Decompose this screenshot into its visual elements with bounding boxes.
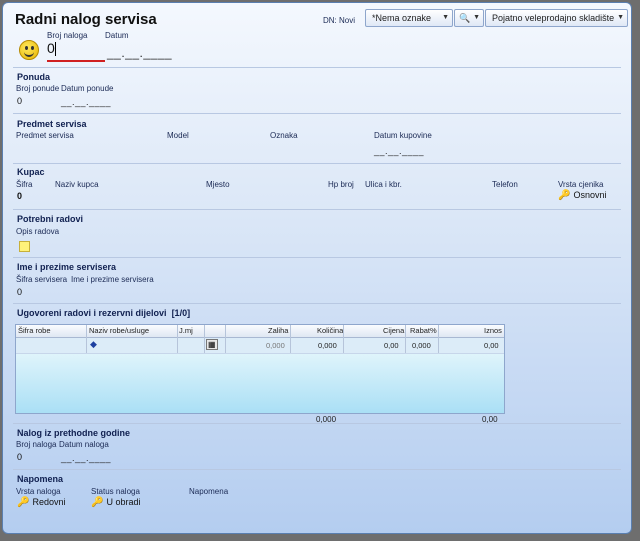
- offer-section-title: Ponuda: [17, 72, 50, 82]
- model-label: Model: [167, 131, 189, 140]
- column-header[interactable]: Rabat%: [410, 326, 437, 335]
- column-header[interactable]: Cijena: [383, 326, 404, 335]
- divider: [13, 469, 621, 470]
- page-title: Radni nalog servisa: [15, 11, 157, 28]
- key-icon: 🔑: [558, 190, 571, 201]
- document-number-label: DN: Novi: [323, 16, 356, 25]
- previous-order-date-label: Datum naloga: [59, 440, 109, 449]
- column-divider: [177, 325, 178, 353]
- divider: [13, 257, 621, 258]
- price-cell[interactable]: 0,00: [384, 341, 399, 350]
- previous-order-date-input[interactable]: __.__.____: [61, 453, 111, 463]
- parts-table[interactable]: Šifra robe Naziv robe/usluge J.mj Zaliha…: [15, 324, 505, 414]
- column-header[interactable]: J.mj: [179, 326, 193, 335]
- service-order-window: Radni nalog servisa DN: Novi *Nema oznak…: [2, 2, 632, 534]
- warehouse-select-value: Pojatno veleprodajno skladište: [492, 13, 615, 23]
- tag-select[interactable]: *Nema oznake ▼: [365, 9, 453, 27]
- smiley-icon: [19, 40, 39, 60]
- order-type-label: Vrsta naloga: [16, 487, 61, 496]
- search-icon: 🔍: [459, 13, 471, 23]
- divider: [13, 423, 621, 424]
- offer-number-label: Broj ponude: [16, 84, 60, 93]
- table-empty-area: [16, 354, 504, 413]
- work-section-title: Potrebni radovi: [17, 214, 84, 224]
- order-type-value[interactable]: 🔑 Redovni: [17, 497, 65, 508]
- service-item-label: Predmet servisa: [16, 131, 74, 140]
- quantity-cell[interactable]: 0,000: [318, 341, 337, 350]
- key-icon: 🔑: [91, 497, 104, 508]
- offer-number-input[interactable]: 0: [17, 96, 22, 106]
- column-header[interactable]: Iznos: [484, 326, 502, 335]
- order-status-label: Status naloga: [91, 487, 140, 496]
- technician-name-label: Ime i prezime servisera: [71, 275, 154, 284]
- date-input[interactable]: __.__.____: [107, 46, 172, 60]
- purchase-date-input[interactable]: __.__.____: [374, 146, 424, 156]
- date-label: Datum: [105, 31, 129, 40]
- purchase-date-label: Datum kupovine: [374, 131, 432, 140]
- chevron-down-icon: ▼: [617, 14, 624, 21]
- street-label: Ulica i kbr.: [365, 180, 402, 189]
- stock-cell: 0,000: [266, 341, 285, 350]
- order-number-label: Broj naloga: [47, 31, 88, 40]
- column-divider: [86, 325, 87, 353]
- customer-name-label: Naziv kupca: [55, 180, 99, 189]
- divider: [13, 113, 621, 114]
- column-divider: [290, 325, 291, 353]
- amount-cell: 0,00: [484, 341, 499, 350]
- technician-section-title: Ime i prezime servisera: [17, 262, 117, 272]
- customer-code-label: Šifra: [16, 180, 33, 189]
- edit-icon[interactable]: ◆: [90, 339, 97, 350]
- column-header[interactable]: Količina: [317, 326, 343, 335]
- city-label: Mjesto: [206, 180, 230, 189]
- tag-select-value: *Nema oznake: [372, 13, 432, 23]
- previous-order-number-label: Broj naloga: [16, 440, 57, 449]
- column-divider: [225, 325, 226, 353]
- work-description-label: Opis radova: [16, 227, 60, 236]
- technician-code-label: Šifra servisera: [16, 275, 68, 284]
- column-divider: [405, 325, 406, 353]
- service-item-section-title: Predmet servisa: [17, 119, 87, 129]
- phone-label: Telefon: [492, 180, 518, 189]
- postal-code-label: Hp broj: [328, 180, 354, 189]
- chevron-down-icon: ▼: [473, 14, 480, 21]
- tag-label: Oznaka: [270, 131, 298, 140]
- offer-date-label: Datum ponude: [61, 84, 114, 93]
- previous-year-section-title: Nalog iz prethodne godine: [17, 428, 130, 438]
- column-divider: [438, 325, 439, 353]
- discount-cell[interactable]: 0,000: [412, 341, 431, 350]
- customer-code-input[interactable]: 0: [17, 191, 22, 201]
- divider: [13, 67, 621, 68]
- parts-section-title: Ugovoreni radovi i rezervni dijelovi [1/…: [17, 308, 191, 318]
- column-header[interactable]: Šifra robe: [18, 326, 51, 335]
- column-divider: [204, 325, 205, 353]
- parts-count: [1/0]: [171, 308, 191, 318]
- warehouse-select[interactable]: Pojatno veleprodajno skladište ▼: [485, 9, 628, 27]
- previous-order-number-input[interactable]: 0: [17, 452, 22, 462]
- technician-code-input[interactable]: 0: [17, 287, 22, 297]
- calculator-icon[interactable]: ▦: [206, 339, 218, 350]
- chevron-down-icon: ▼: [442, 14, 449, 21]
- search-button[interactable]: 🔍 ▼: [454, 9, 484, 27]
- column-header[interactable]: Naziv robe/usluge: [89, 326, 149, 335]
- offer-date-input[interactable]: __.__.____: [61, 97, 111, 107]
- note-label: Napomena: [189, 487, 229, 496]
- divider: [13, 209, 621, 210]
- order-number-input[interactable]: 0: [47, 40, 105, 62]
- note-icon[interactable]: [19, 241, 30, 252]
- customer-section-title: Kupac: [17, 167, 45, 177]
- column-header[interactable]: Zaliha: [268, 326, 288, 335]
- divider: [13, 303, 621, 304]
- price-list-value[interactable]: 🔑 Osnovni: [558, 190, 606, 201]
- order-status-value[interactable]: 🔑 U obradi: [91, 497, 140, 508]
- key-icon: 🔑: [17, 497, 30, 508]
- note-section-title: Napomena: [17, 474, 64, 484]
- price-list-label: Vrsta cjenika: [558, 180, 604, 189]
- divider: [13, 163, 621, 164]
- column-divider: [343, 325, 344, 353]
